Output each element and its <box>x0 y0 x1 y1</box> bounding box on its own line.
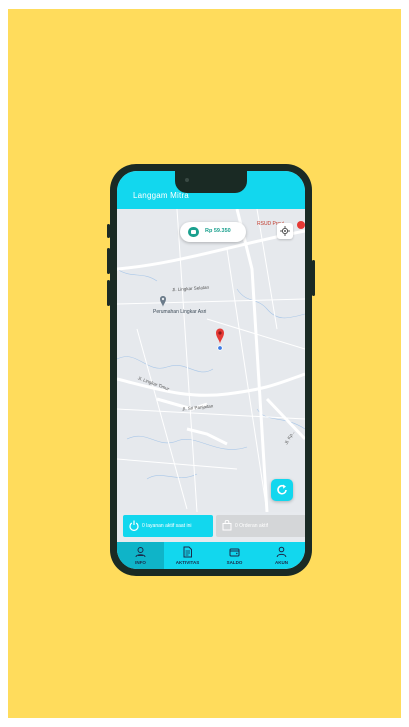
map-roads <box>117 209 305 512</box>
nav-label-saldo: SALDO <box>226 560 243 565</box>
active-order-text: 0 Orderan aktif <box>235 523 269 529</box>
refresh-icon <box>277 484 287 495</box>
driver-pin-icon <box>216 328 224 351</box>
phone-volume-down <box>107 280 110 306</box>
status-panel: 0 layanan aktif saat ini 0 Orderan aktif <box>117 512 305 542</box>
refresh-button[interactable] <box>271 479 293 501</box>
bottom-nav: INFO AKTIVITAS SALDO AKUN <box>117 542 305 569</box>
place-pin-icon <box>160 296 166 307</box>
front-camera <box>185 178 189 182</box>
hospital-marker-icon <box>297 221 305 229</box>
balance-amount: Rp 59.350 <box>205 228 231 234</box>
phone-screen: Langgam Mitra RSUD Provi... Jl. Lingkar … <box>117 171 305 569</box>
place-label: Perumahan Lingkar Asri <box>153 309 207 315</box>
phone-volume-up <box>107 248 110 274</box>
crosshair-icon <box>280 226 290 236</box>
phone-notch <box>175 171 247 193</box>
location-user-icon <box>135 547 146 558</box>
nav-label-info: INFO <box>135 560 146 565</box>
recenter-button[interactable] <box>277 223 293 239</box>
active-service-text: 0 layanan aktif saat ini <box>142 523 192 529</box>
app-title: Langgam Mitra <box>133 191 189 200</box>
bag-icon <box>222 520 232 531</box>
nav-item-akun[interactable]: AKUN <box>258 542 305 569</box>
active-service-card[interactable]: 0 layanan aktif saat ini <box>123 515 213 537</box>
power-icon <box>129 520 139 531</box>
phone-power-button <box>312 260 315 296</box>
wallet-icon <box>229 548 240 557</box>
active-order-card[interactable]: 0 Orderan aktif <box>216 515 305 537</box>
nav-item-saldo[interactable]: SALDO <box>211 542 258 569</box>
balance-chip[interactable]: Rp 59.350 <box>180 222 246 242</box>
person-icon <box>276 546 287 558</box>
phone-mute-switch <box>107 224 110 238</box>
phone-frame: Langgam Mitra RSUD Provi... Jl. Lingkar … <box>107 164 315 576</box>
wallet-icon <box>188 227 199 237</box>
nav-label-aktivitas: AKTIVITAS <box>175 560 200 565</box>
nav-item-aktivitas[interactable]: AKTIVITAS <box>164 542 211 569</box>
nav-item-info[interactable]: INFO <box>117 542 164 569</box>
document-icon <box>183 546 192 558</box>
map-view[interactable]: RSUD Provi... Jl. Lingkar Selatan Jl. Li… <box>117 209 305 512</box>
nav-label-akun: AKUN <box>275 560 288 565</box>
